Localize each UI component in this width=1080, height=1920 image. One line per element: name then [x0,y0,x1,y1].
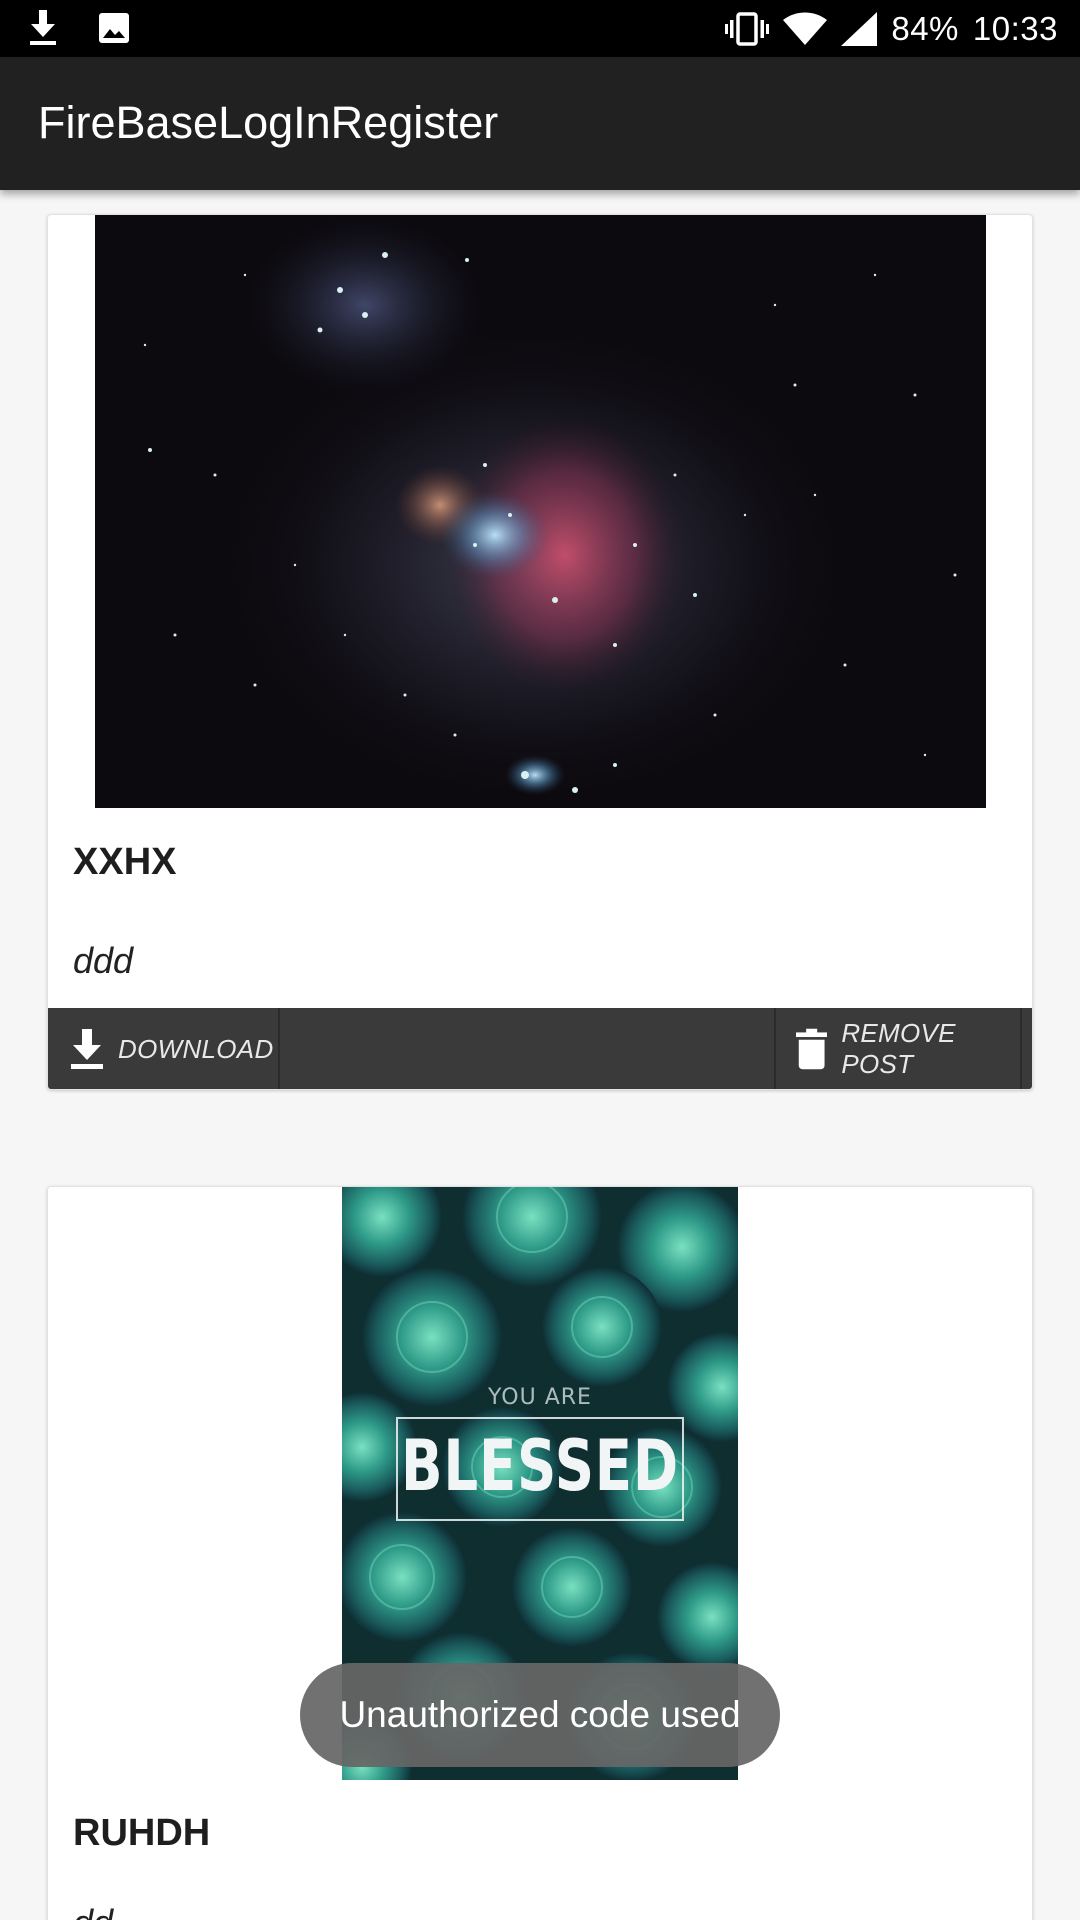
status-bar-system: 84% 10:33 [725,0,1058,57]
download-icon [30,10,56,45]
app-bar: FireBaseLogInRegister [0,57,1080,190]
post-card: YOU ARE BLESSED RUHDH dd [47,1186,1033,1920]
vibrate-icon [725,11,770,46]
cell-signal-icon [841,11,878,46]
toast: Unauthorized code used [300,1663,780,1767]
post-image[interactable] [95,215,986,808]
status-bar: 84% 10:33 [0,0,1080,57]
post-description: ddd [73,940,134,981]
image-icon [99,13,129,43]
clock: 10:33 [972,9,1058,47]
nebula-image [95,215,986,808]
battery-level: 84% [891,9,959,47]
post-action-bar: DOWNLOAD REMOVE POST [48,1008,1032,1089]
download-label: DOWNLOAD [118,1033,274,1064]
trash-icon [796,1028,828,1070]
download-icon [71,1029,103,1069]
poster-small-text: YOU ARE [488,1385,592,1410]
remove-post-label: REMOVE POST [841,1018,956,1079]
app-title: FireBaseLogInRegister [38,97,499,148]
wifi-icon [783,12,828,45]
screen: 84% 10:33 FireBaseLogInRegister XXHX ddd… [0,0,1080,1920]
status-bar-notifications [28,10,130,46]
poster-big-text: BLESSED [401,1425,679,1507]
remove-post-button[interactable]: REMOVE POST [774,1008,1022,1089]
post-card: XXHX ddd DOWNLOAD REMOVE POST [47,214,1033,1090]
post-title: XXHX [73,841,177,883]
post-title: RUHDH [73,1812,211,1854]
download-button[interactable]: DOWNLOAD [48,1008,280,1089]
toast-message: Unauthorized code used [339,1694,741,1735]
post-description: dd [73,1902,113,1920]
